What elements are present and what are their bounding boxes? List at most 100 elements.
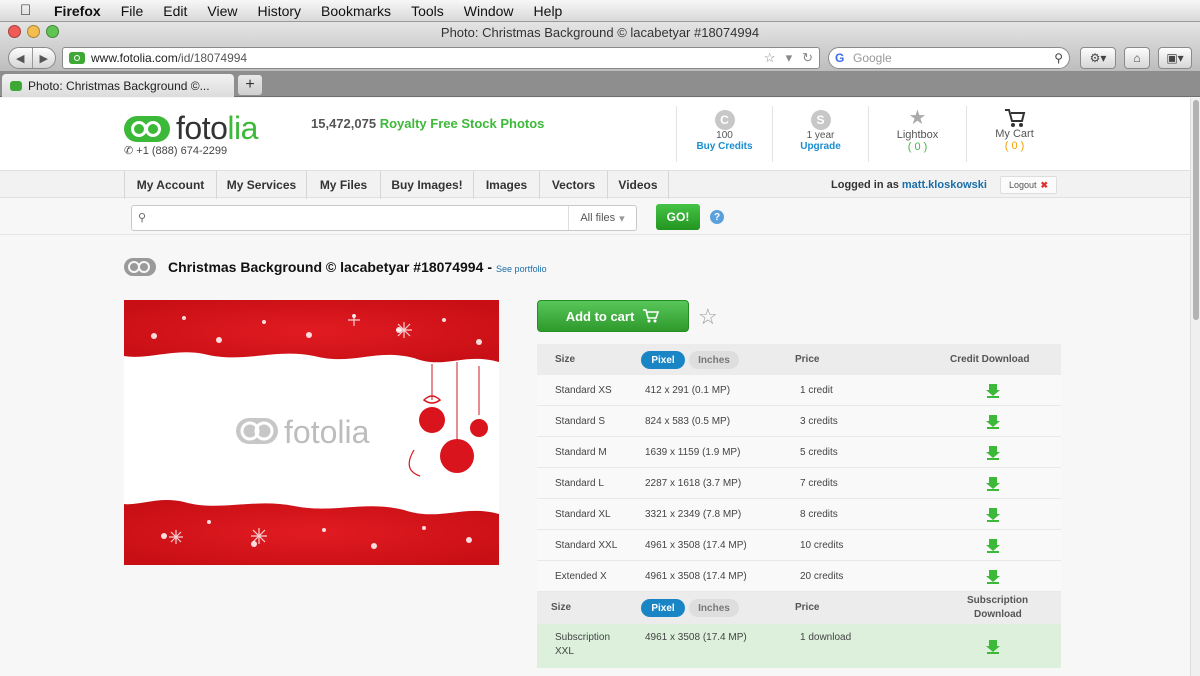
nav-images[interactable]: Images (473, 171, 539, 199)
pixel-toggle[interactable]: Pixel (641, 599, 685, 617)
logo-mark-icon (124, 115, 170, 142)
row-dimensions: 1639 x 1159 (1.9 MP) (645, 447, 741, 458)
pixel-toggle[interactable]: Pixel (641, 351, 685, 369)
username-link[interactable]: matt.kloskowski (902, 179, 987, 191)
row-dimensions: 4961 x 3508 (17.4 MP) (645, 632, 747, 643)
row-dimensions: 824 x 583 (0.5 MP) (645, 416, 731, 427)
tab-photo[interactable]: Photo: Christmas Background ©... (2, 74, 234, 97)
logout-button[interactable]: Logout ✖ (1000, 176, 1058, 194)
subscription-icon: S (810, 110, 831, 130)
cart-box[interactable]: My Cart ( 0 ) (966, 106, 1062, 162)
forward-button[interactable]: ▶ (33, 48, 56, 68)
tab-strip: Photo: Christmas Background ©... + (0, 72, 1200, 97)
row-dimensions: 412 x 291 (0.1 MP) (645, 385, 731, 396)
subscription-value: 1 year (806, 130, 835, 141)
title-dash: - (487, 259, 493, 275)
menu-help[interactable]: Help (534, 3, 563, 19)
nav-videos[interactable]: Videos (607, 171, 669, 199)
go-button[interactable]: GO! (656, 204, 700, 230)
url-text[interactable]: www.fotolia.com/id/18074994 (91, 51, 764, 65)
new-tab-button[interactable]: + (238, 75, 262, 95)
menu-tools[interactable]: Tools (411, 3, 444, 19)
lightbox-star-icon: ★ (908, 107, 927, 129)
subscription-box: S 1 year Upgrade (772, 106, 868, 162)
nav-my-services[interactable]: My Services (216, 171, 306, 199)
download-icon[interactable] (986, 477, 1000, 491)
menu-button[interactable]: ▣▾ (1158, 47, 1192, 69)
cart-icon (643, 309, 660, 323)
page-scrollbar[interactable] (1190, 98, 1200, 676)
add-to-lightbox-star-icon[interactable]: ☆ (698, 306, 718, 328)
buy-credits-link[interactable]: Buy Credits (677, 141, 772, 152)
help-icon[interactable]: ? (710, 210, 724, 224)
download-icon[interactable] (986, 384, 1000, 398)
download-icon[interactable] (986, 539, 1000, 553)
nav-my-account[interactable]: My Account (124, 171, 216, 199)
table-row: Standard S 824 x 583 (0.5 MP) 3 credits (537, 406, 1061, 437)
row-size: Standard S (555, 416, 606, 427)
col-price: Price (795, 354, 820, 365)
see-portfolio-link[interactable]: See portfolio (496, 264, 547, 274)
apple-icon[interactable]:  (20, 2, 40, 19)
addon-button[interactable]: ⚙▾ (1080, 47, 1116, 69)
nav-buy-images[interactable]: Buy Images! (380, 171, 473, 199)
nav-vectors[interactable]: Vectors (539, 171, 607, 199)
subscription-row: Subscription XXL 4961 x 3508 (17.4 MP) 1… (537, 624, 1061, 668)
credits-value: 100 (716, 130, 733, 141)
dropdown-arrow-icon[interactable]: ▾ (786, 50, 793, 66)
tagline: 15,472,075 Royalty Free Stock Photos (311, 116, 545, 131)
inches-toggle[interactable]: Inches (689, 599, 739, 617)
download-icon[interactable] (986, 415, 1000, 429)
download-icon[interactable] (986, 508, 1000, 522)
web-search-input[interactable]: Google (853, 51, 1054, 65)
menu-window[interactable]: Window (464, 3, 514, 19)
search-icon[interactable]: ⚲ (1054, 51, 1063, 65)
download-icon[interactable] (986, 570, 1000, 584)
row-dimensions: 3321 x 2349 (7.8 MP) (645, 509, 742, 520)
google-icon[interactable]: G (835, 51, 849, 65)
fotolia-logo[interactable]: fotolia (124, 110, 258, 147)
row-size: Standard XL (555, 509, 611, 520)
scrollbar-thumb[interactable] (1193, 100, 1199, 320)
bookmark-star-icon[interactable]: ☆ (764, 50, 776, 66)
inches-toggle[interactable]: Inches (689, 351, 739, 369)
menu-history[interactable]: History (257, 3, 301, 19)
file-type-select[interactable]: All files ▾ (568, 206, 636, 230)
menu-file[interactable]: File (121, 3, 144, 19)
menu-bookmarks[interactable]: Bookmarks (321, 3, 391, 19)
table-row: Standard L 2287 x 1618 (3.7 MP) 7 credit… (537, 468, 1061, 499)
panel-icon: ▣▾ (1166, 51, 1184, 65)
back-button[interactable]: ◀ (9, 48, 33, 68)
addon-icon: ⚙▾ (1089, 51, 1107, 65)
web-search-bar[interactable]: G Google ⚲ (828, 47, 1070, 69)
home-button[interactable]: ⌂ (1124, 47, 1150, 69)
row-price: 1 download (800, 632, 852, 643)
lightbox-box[interactable]: ★ Lightbox ( 0 ) (868, 106, 966, 162)
menu-view[interactable]: View (207, 3, 237, 19)
fotolia-mark-icon (124, 258, 156, 276)
tab-label: Photo: Christmas Background ©... (28, 78, 210, 93)
photo-preview[interactable]: fotolia (124, 300, 499, 565)
menu-app[interactable]: Firefox (54, 3, 101, 19)
site-search-input[interactable]: ⚲ All files ▾ (131, 205, 637, 231)
row-size: Extended X (555, 571, 607, 582)
nav-my-files[interactable]: My Files (306, 171, 380, 199)
phone-number: ✆ +1 (888) 674-2299 (124, 145, 228, 157)
table-row: Extended X 4961 x 3508 (17.4 MP) 20 cred… (537, 561, 1061, 592)
site-identity-icon[interactable] (69, 52, 85, 64)
col-sub-download: Download (974, 609, 1022, 620)
menu-edit[interactable]: Edit (163, 3, 187, 19)
add-to-cart-button[interactable]: Add to cart (537, 300, 689, 332)
reload-icon[interactable]: ↻ (802, 50, 813, 66)
christmas-background-image: fotolia (124, 300, 499, 565)
download-icon[interactable] (986, 640, 1000, 654)
upgrade-link[interactable]: Upgrade (773, 141, 868, 152)
row-price: 10 credits (800, 540, 844, 551)
site-header: fotolia ✆ +1 (888) 674-2299 15,472,075 R… (0, 98, 1190, 170)
row-size: XXL (555, 646, 574, 657)
nav-buttons: ◀ ▶ (8, 47, 56, 69)
download-icon[interactable] (986, 446, 1000, 460)
credits-box: C 100 Buy Credits (676, 106, 772, 162)
url-bar[interactable]: www.fotolia.com/id/18074994 ☆ ▾ ↻ (62, 47, 820, 69)
page-title: Christmas Background © lacabetyar #18074… (168, 259, 484, 275)
